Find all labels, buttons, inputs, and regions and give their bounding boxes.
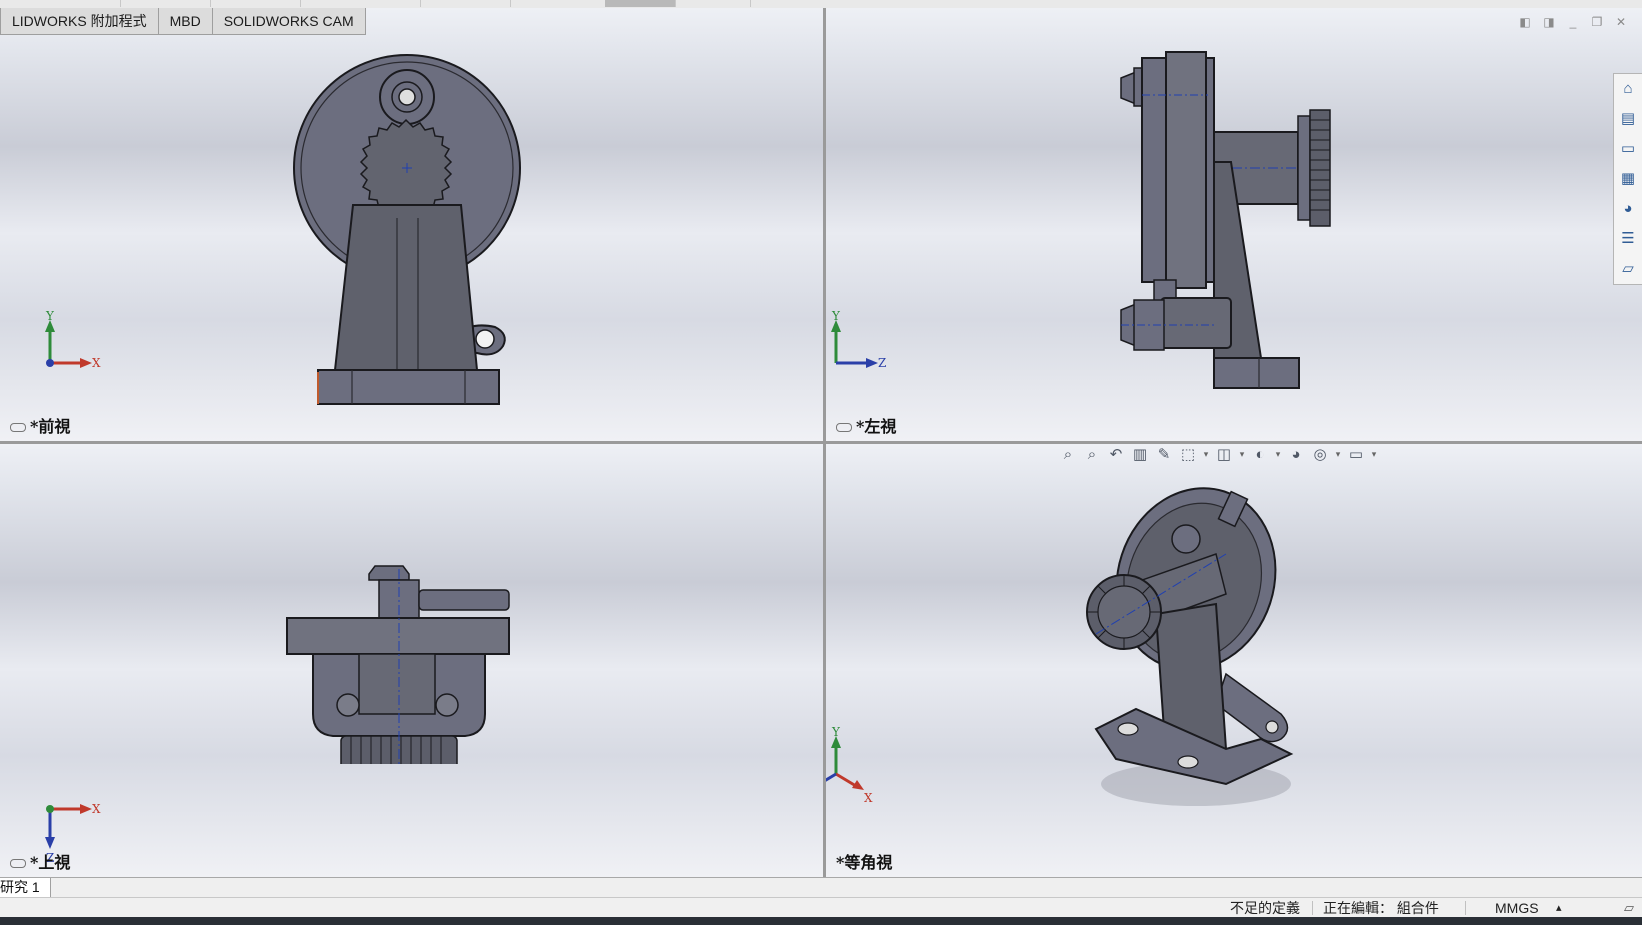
section-view-icon[interactable]: ▥: [1130, 445, 1150, 463]
editing-status: 正在編輯： 組合件: [1323, 900, 1439, 916]
link-views-icon[interactable]: [836, 423, 852, 432]
front-view-model: [293, 54, 521, 405]
restore-icon[interactable]: ❐: [1588, 14, 1606, 30]
definition-status: 不足的定義: [1230, 900, 1300, 916]
hide-show-icon[interactable]: ◐: [1250, 446, 1270, 463]
chat-icon[interactable]: ▱: [1624, 898, 1634, 918]
iso-viewport[interactable]: ⌕ ⌕ ↶ ▥ ✎ ⬚ ▾ ◫ ▾ ◐ ▾ ◕ ◎ ▾ ▭ ▾ Y X *等角視: [826, 444, 1642, 877]
iso-triad-x-label: X: [864, 791, 873, 804]
custom-properties-icon[interactable]: ☰: [1614, 224, 1642, 254]
edit-appearance-icon[interactable]: ◕: [1286, 446, 1306, 463]
left-triad-z-label: Z: [878, 356, 886, 370]
viewport-window-controls: ◧ ◨ _ ❐ ✕: [1516, 14, 1630, 30]
tab-solidworks-addins[interactable]: LIDWORKS 附加程式: [0, 8, 159, 35]
horizontal-viewport-splitter[interactable]: [0, 441, 1642, 444]
file-explorer-icon[interactable]: ▭: [1614, 134, 1642, 164]
iso-view-label: *等角視: [836, 853, 893, 872]
iso-triad-y-label: Y: [831, 725, 841, 739]
view-palette-icon[interactable]: ▦: [1614, 164, 1642, 194]
front-view-label: *前視: [10, 413, 70, 437]
iso-triad-icon: Y Z X: [826, 725, 873, 804]
heads-up-view-toolbar: ⌕ ⌕ ↶ ▥ ✎ ⬚ ▾ ◫ ▾ ◐ ▾ ◕ ◎ ▾ ▭ ▾: [1058, 444, 1378, 467]
appearances-icon[interactable]: ◕: [1614, 194, 1642, 224]
left-view-label: *左視: [836, 413, 896, 437]
study-tab[interactable]: 研究 1: [0, 878, 51, 897]
view-settings-icon[interactable]: ▭: [1346, 445, 1366, 463]
forum-icon[interactable]: ▱: [1614, 254, 1642, 284]
left-viewport[interactable]: ◧ ◨ _ ❐ ✕ Y Z ⌂ ▤ ▭ ▦ ◕ ☰ ▱ *左視: [826, 8, 1642, 441]
previous-view-icon[interactable]: ↶: [1106, 445, 1126, 463]
home-icon[interactable]: ⌂: [1614, 74, 1642, 104]
tab-mbd[interactable]: MBD: [157, 8, 213, 35]
front-triad-icon: Y X: [45, 309, 101, 370]
tab-solidworks-cam[interactable]: SOLIDWORKS CAM: [211, 8, 366, 35]
top-triad-x-label: X: [92, 802, 101, 816]
view-orientation-icon[interactable]: ⬚: [1178, 445, 1198, 463]
front-triad-y-label: Y: [45, 309, 55, 323]
link-views-icon[interactable]: [10, 859, 26, 868]
units-caret-icon[interactable]: ▴: [1556, 898, 1562, 918]
top-view-model: [286, 565, 510, 764]
apply-scene-icon[interactable]: ◎: [1310, 445, 1330, 463]
minimize-icon[interactable]: _: [1564, 14, 1582, 30]
dynamic-annotation-icon[interactable]: ✎: [1154, 445, 1174, 463]
study-tab-bar: 研究 1: [0, 877, 1642, 898]
status-bar: 不足的定義 正在編輯： 組合件 MMGS ▴ ▱: [0, 897, 1642, 918]
left-triad-icon: Y Z: [831, 309, 886, 370]
front-viewport[interactable]: Y X *前視: [0, 8, 823, 441]
command-manager-tabs: LIDWORKS 附加程式 MBD SOLIDWORKS CAM: [0, 8, 366, 35]
os-taskbar: [0, 917, 1642, 925]
top-view-label: *上視: [10, 849, 70, 873]
zoom-to-fit-icon[interactable]: ⌕: [1058, 446, 1078, 463]
left-triad-y-label: Y: [831, 309, 841, 323]
design-library-icon[interactable]: ▤: [1614, 104, 1642, 134]
front-triad-x-label: X: [92, 356, 101, 370]
zoom-to-area-icon[interactable]: ⌕: [1082, 446, 1102, 463]
iso-view-model: [1086, 487, 1294, 806]
display-style-icon[interactable]: ◫: [1214, 445, 1234, 463]
top-viewport[interactable]: X Z *上視: [0, 444, 823, 877]
tile-left-icon[interactable]: ◧: [1516, 14, 1534, 30]
left-view-model: [1120, 51, 1331, 389]
tile-right-icon[interactable]: ◨: [1540, 14, 1558, 30]
task-pane-tabs: ⌂ ▤ ▭ ▦ ◕ ☰ ▱: [1613, 73, 1642, 285]
link-views-icon[interactable]: [10, 423, 26, 432]
units-selector[interactable]: MMGS: [1495, 898, 1539, 918]
close-icon[interactable]: ✕: [1612, 14, 1630, 30]
